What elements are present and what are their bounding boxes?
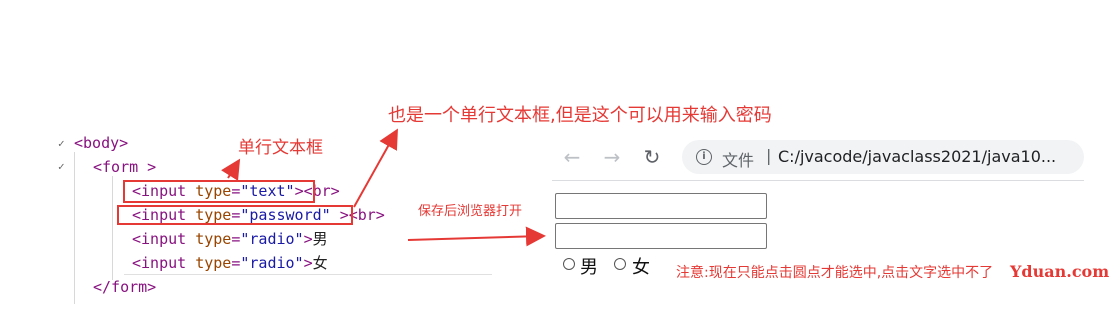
watermark-text: Yduan.com (1010, 262, 1110, 281)
text-input[interactable] (555, 193, 767, 219)
browser-toolbar: ← → ↻ i 文件 | C:/jvacode/javaclass2021/ja… (552, 138, 1084, 176)
back-icon[interactable]: ← (558, 143, 586, 171)
radio-male[interactable] (563, 258, 575, 270)
annotation-save-open: 保存后浏览器打开 (418, 204, 523, 219)
reload-icon[interactable]: ↻ (638, 143, 666, 171)
url-separator: | (766, 146, 772, 165)
forward-icon[interactable]: → (598, 143, 626, 171)
address-bar[interactable]: i 文件 | C:/jvacode/javaclass2021/java10..… (682, 140, 1084, 174)
url-scheme-label: 文件 (722, 151, 755, 170)
toolbar-divider (552, 180, 1084, 181)
annotation-note: 注意:现在只能点击圆点才能选中,点击文字选中不了 (676, 265, 994, 281)
radio-label-female: 女 (632, 257, 650, 278)
annotation-single-line: 单行文本框 (238, 138, 323, 158)
arrow-to-browser (407, 226, 546, 247)
info-icon[interactable]: i (696, 149, 712, 165)
radio-female[interactable] (614, 258, 626, 270)
url-text[interactable]: C:/jvacode/javaclass2021/java10... (778, 147, 1056, 166)
arrow-to-single-line-label (221, 158, 241, 181)
arrow-to-password-label (353, 128, 398, 208)
annotation-password: 也是一个单行文本框,但是这个可以用来输入密码 (388, 105, 772, 126)
password-input[interactable] (555, 223, 767, 249)
radio-label-male: 男 (580, 257, 598, 278)
